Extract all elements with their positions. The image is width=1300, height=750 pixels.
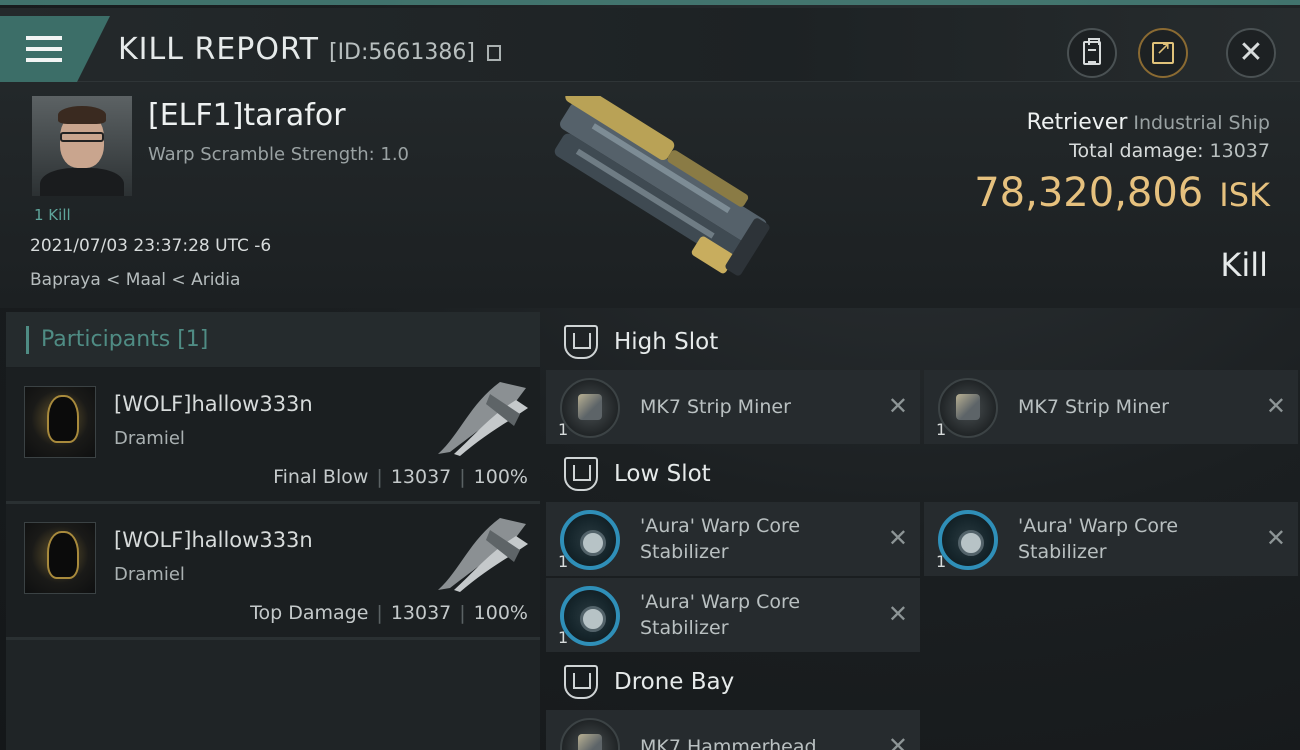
kill-result: Kill <box>1220 246 1268 284</box>
participant-portrait[interactable] <box>24 386 96 458</box>
remove-x-icon[interactable]: ✕ <box>888 524 908 552</box>
participant-stats: Top Damage | 13037 | 100% <box>250 602 528 624</box>
victim-ship-name[interactable]: Retriever <box>1027 110 1128 135</box>
victim-name[interactable]: [ELF1]tarafor <box>148 98 346 133</box>
warp-scramble-strength: Warp Scramble Strength: 1.0 <box>148 144 410 165</box>
slot-shield-icon <box>564 665 598 699</box>
participants-header[interactable]: Participants [1] <box>6 312 540 368</box>
fitting-item[interactable]: 1 MK7 Strip Miner ✕ <box>924 370 1298 444</box>
remove-x-icon[interactable]: ✕ <box>1266 392 1286 420</box>
close-button[interactable]: ✕ <box>1226 28 1276 78</box>
share-icon <box>1152 38 1174 64</box>
participant-role: Top Damage <box>250 602 369 624</box>
item-name: MK7 Strip Miner <box>1018 396 1169 418</box>
participant-ship: Dramiel <box>114 428 185 449</box>
hammerhead-drone-icon <box>560 718 620 750</box>
fitting-item[interactable]: 1 'Aura' Warp Core Stabilizer ✕ <box>924 502 1298 576</box>
warp-core-stabilizer-icon <box>938 510 998 570</box>
fitting-item[interactable]: 1 'Aura' Warp Core Stabilizer ✕ <box>546 502 920 576</box>
fitting-item[interactable]: 1 MK7 Hammerhead ✕ <box>546 710 920 750</box>
report-id: [ID:5661386] <box>328 40 475 65</box>
participant-ship-image[interactable] <box>430 374 534 460</box>
participant-damage: 13037 <box>390 466 452 488</box>
slot-shield-icon <box>564 325 598 359</box>
participant-row[interactable]: [WOLF]hallow333n Dramiel Final Blow | 1303… <box>6 368 540 504</box>
victim-ship-line: Retriever Industrial Ship <box>1027 110 1270 135</box>
item-quantity: 1 <box>558 552 569 571</box>
remove-x-icon[interactable]: ✕ <box>888 392 908 420</box>
item-name: 'Aura' Warp Core Stabilizer <box>1018 515 1179 563</box>
fitting-item[interactable]: 1 MK7 Strip Miner ✕ <box>546 370 920 444</box>
remove-x-icon[interactable]: ✕ <box>888 600 908 628</box>
total-damage-line: Total damage: 13037 <box>1069 140 1270 162</box>
participant-ship-image[interactable] <box>430 510 534 596</box>
title-group: KILL REPORT [ID:5661386] <box>118 32 501 67</box>
kill-datetime: 2021/07/03 23:37:28 UTC -6 <box>30 236 272 256</box>
copy-icon[interactable] <box>486 45 501 61</box>
remove-x-icon[interactable]: ✕ <box>1266 524 1286 552</box>
total-damage-value: 13037 <box>1209 140 1270 162</box>
victim-ship-class: Industrial Ship <box>1133 112 1270 134</box>
total-damage-label: Total damage: <box>1069 140 1204 162</box>
isk-value-line: 78,320,806 ISK <box>974 170 1270 216</box>
participants-accent-bar <box>26 325 29 354</box>
share-button[interactable] <box>1138 28 1188 78</box>
participant-name: [WOLF]hallow333n <box>114 392 313 416</box>
warp-core-stabilizer-icon <box>560 586 620 646</box>
participant-portrait[interactable] <box>24 522 96 594</box>
slot-shield-icon <box>564 457 598 491</box>
victim-panel: [ELF1]tarafor Warp Scramble Strength: 1.… <box>0 82 1300 308</box>
drone-bay-header: Drone Bay <box>546 654 1300 710</box>
high-slot-header: High Slot <box>546 314 1300 370</box>
participants-panel: Participants [1] [WOLF]hallow333n Dramie… <box>6 312 540 750</box>
page-title: KILL REPORT <box>118 32 319 67</box>
participant-percent: 100% <box>473 466 528 488</box>
kill-location[interactable]: Bapraya < Maal < Aridia <box>30 270 240 290</box>
victim-avatar[interactable] <box>32 96 132 196</box>
item-quantity: 1 <box>936 552 947 571</box>
drone-bay-label: Drone Bay <box>614 669 735 695</box>
participants-title: Participants [1] <box>41 327 209 352</box>
warp-core-stabilizer-icon <box>560 510 620 570</box>
clipboard-button[interactable] <box>1067 28 1117 78</box>
participant-name: [WOLF]hallow333n <box>114 528 313 552</box>
kill-count: 1 Kill <box>34 206 71 224</box>
top-accent-line <box>0 0 1300 5</box>
strip-miner-icon <box>560 378 620 438</box>
menu-button[interactable] <box>0 16 110 82</box>
participant-stats: Final Blow | 13037 | 100% <box>273 466 528 488</box>
fitting-item[interactable]: 1 'Aura' Warp Core Stabilizer ✕ <box>546 578 920 652</box>
clipboard-icon <box>1083 38 1101 65</box>
item-name: MK7 Strip Miner <box>640 396 791 418</box>
remove-x-icon[interactable]: ✕ <box>888 732 908 750</box>
low-slot-header: Low Slot <box>546 446 1300 502</box>
high-slot-label: High Slot <box>614 329 719 355</box>
item-quantity: 1 <box>936 420 947 439</box>
low-slot-label: Low Slot <box>614 461 711 487</box>
item-quantity: 1 <box>558 420 569 439</box>
item-quantity: 1 <box>558 628 569 647</box>
participant-percent: 100% <box>473 602 528 624</box>
close-icon: ✕ <box>1238 35 1264 70</box>
strip-miner-icon <box>938 378 998 438</box>
participant-row[interactable]: [WOLF]hallow333n Dramiel Top Damage | 1303… <box>6 504 540 640</box>
participant-damage: 13037 <box>390 602 452 624</box>
item-name: 'Aura' Warp Core Stabilizer <box>640 591 801 639</box>
victim-ship-image[interactable] <box>520 96 780 276</box>
participant-ship: Dramiel <box>114 564 185 585</box>
isk-unit: ISK <box>1219 176 1270 214</box>
item-name: 'Aura' Warp Core Stabilizer <box>640 515 801 563</box>
hamburger-icon <box>26 36 62 62</box>
participant-role: Final Blow <box>273 466 369 488</box>
kill-report-header: KILL REPORT [ID:5661386] ✕ <box>0 8 1300 82</box>
isk-value: 78,320,806 <box>974 170 1204 216</box>
item-name: MK7 Hammerhead <box>640 736 817 750</box>
